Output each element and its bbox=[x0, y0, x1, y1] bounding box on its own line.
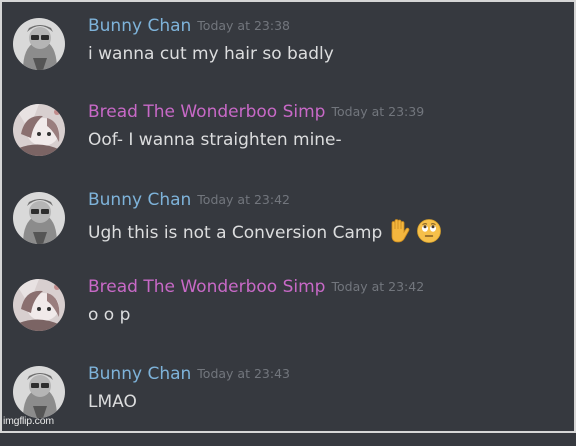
eye-roll-emoji bbox=[416, 218, 442, 244]
message: Bread The Wonderboo Simp Today at 23:42 o… bbox=[0, 277, 576, 359]
bread-avatar[interactable] bbox=[13, 279, 65, 331]
message: Bunny Chan Today at 23:42 Ugh this is not… bbox=[0, 190, 576, 272]
message-text: o o p bbox=[88, 305, 131, 325]
timestamp: Today at 23:42 bbox=[197, 192, 290, 207]
timestamp: Today at 23:38 bbox=[197, 18, 290, 33]
message-text: i wanna cut my hair so badly bbox=[88, 44, 334, 64]
message: Bread The Wonderboo Simp Today at 23:39 O… bbox=[0, 102, 576, 184]
author-name[interactable]: Bread The Wonderboo Simp Today at 23:39 bbox=[88, 102, 424, 122]
imgflip-watermark: imgflip.com bbox=[3, 415, 54, 427]
timestamp: Today at 23:39 bbox=[331, 104, 425, 119]
message: Bunny Chan Today at 23:43 LMAO bbox=[0, 364, 576, 446]
author-name[interactable]: Bread The Wonderboo Simp Today at 23:42 bbox=[88, 277, 424, 297]
message-text: Ugh this is not a Conversion Camp bbox=[88, 218, 442, 244]
author-name[interactable]: Bunny Chan Today at 23:42 bbox=[88, 190, 290, 210]
raised-hand-emoji bbox=[386, 218, 412, 244]
author-name[interactable]: Bunny Chan Today at 23:38 bbox=[88, 16, 290, 36]
message-text: LMAO bbox=[88, 392, 137, 412]
message: Bunny Chan Today at 23:38 i wanna cut my … bbox=[0, 16, 576, 98]
author-name[interactable]: Bunny Chan Today at 23:43 bbox=[88, 364, 290, 384]
bunny-chan-avatar[interactable] bbox=[13, 18, 65, 70]
bunny-chan-avatar[interactable] bbox=[13, 192, 65, 244]
bread-avatar[interactable] bbox=[13, 104, 65, 156]
timestamp: Today at 23:43 bbox=[197, 366, 290, 381]
message-text: Oof- I wanna straighten mine- bbox=[88, 130, 342, 150]
timestamp: Today at 23:42 bbox=[331, 279, 425, 294]
bunny-chan-avatar[interactable] bbox=[13, 366, 65, 418]
